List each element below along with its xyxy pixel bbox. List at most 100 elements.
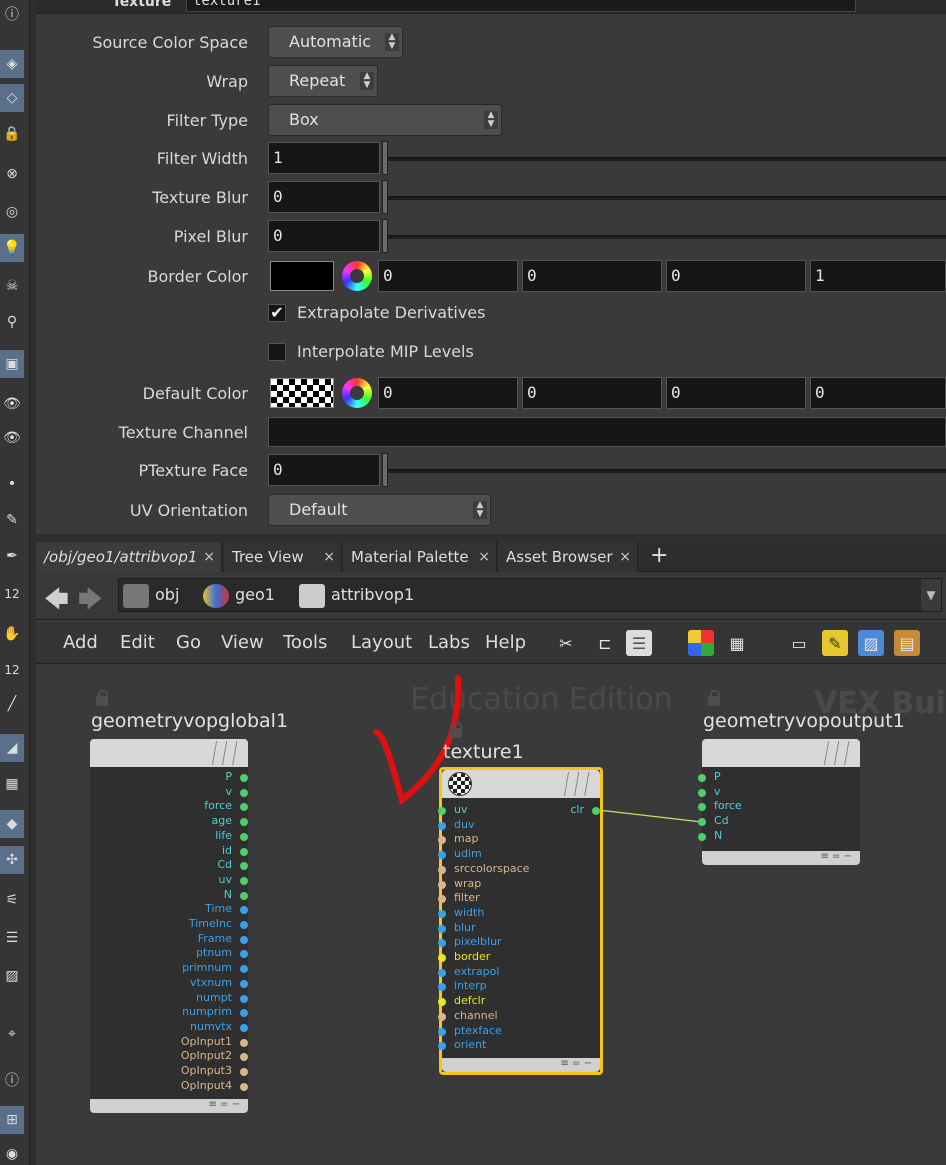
lock-icon[interactable] xyxy=(450,722,462,738)
geometry-icon[interactable]: ◇ xyxy=(0,84,24,112)
port-connector[interactable] xyxy=(240,832,248,841)
source-color-space-menu[interactable]: Automatic ▲ ▼ xyxy=(268,26,403,58)
port-connector[interactable] xyxy=(698,803,706,812)
geometryvopglobal-node[interactable]: Pv force age life id Cd uv N Time TimeInc Frame ptn… xyxy=(90,739,248,1113)
back-arrow-icon[interactable]: 🡄 xyxy=(44,582,69,623)
pane-divider[interactable] xyxy=(36,534,946,542)
texture-port-pixelblur[interactable]: pixelblur xyxy=(438,935,562,950)
port-connector[interactable] xyxy=(240,994,248,1003)
global-port-vtxnum[interactable]: vtxnum xyxy=(94,976,248,991)
info-circle-icon[interactable]: ⓘ xyxy=(0,1066,24,1094)
output-port-cd[interactable]: Cd xyxy=(698,814,822,829)
texture-port-border[interactable]: border xyxy=(438,950,562,965)
stack-icon[interactable]: ☰ xyxy=(0,924,24,952)
filter-type-menu[interactable]: Box ▲ ▼ xyxy=(268,104,502,136)
port-connector[interactable] xyxy=(240,1053,248,1062)
texture-port-orient[interactable]: orient xyxy=(438,1038,562,1053)
wrap-menu[interactable]: Repeat ▲ ▼ xyxy=(268,65,378,97)
pixel-blur-field[interactable]: 0 xyxy=(268,220,380,252)
global-port-numvtx[interactable]: numvtx xyxy=(94,1020,248,1035)
texture-port-extrapol[interactable]: extrapol xyxy=(438,965,562,980)
network-editor[interactable]: Education Edition VEX Buil geometryvopgl… xyxy=(36,664,946,1165)
texture-port-blur[interactable]: blur xyxy=(438,921,562,936)
port-connector[interactable] xyxy=(438,880,446,889)
default-color-r[interactable]: 0 xyxy=(378,377,518,409)
cross-icon[interactable]: ✣ xyxy=(0,846,24,874)
forward-arrow-icon[interactable]: 🡆 xyxy=(78,582,103,623)
pixel-blur-slider[interactable] xyxy=(388,235,946,239)
interpolate-mip-checkbox[interactable] xyxy=(268,343,286,361)
pin-icon[interactable]: ⚲ xyxy=(0,308,24,336)
global-port-opinput2[interactable]: OpInput2 xyxy=(94,1049,248,1064)
port-connector[interactable] xyxy=(438,909,446,918)
port-connector[interactable] xyxy=(438,1042,446,1051)
port-connector[interactable] xyxy=(698,832,706,841)
port-connector[interactable] xyxy=(240,1038,248,1047)
port-connector[interactable] xyxy=(438,968,446,977)
texture-node[interactable]: uv duv map udim srccolorspace wrap filter width… xyxy=(438,767,603,1075)
chevron-down-icon[interactable]: ▼ xyxy=(921,579,941,611)
port-connector[interactable] xyxy=(438,895,446,904)
lock-icon[interactable] xyxy=(708,690,720,706)
port-connector[interactable] xyxy=(438,807,446,815)
node-header[interactable] xyxy=(702,739,860,767)
texture-port-duv[interactable]: duv xyxy=(438,818,562,833)
global-port-frame[interactable]: Frame xyxy=(94,932,248,947)
lock-icon[interactable] xyxy=(96,690,108,706)
network-box-icon[interactable]: ▭ xyxy=(786,630,812,656)
default-color-a[interactable]: 0 xyxy=(810,377,946,409)
add-tab-icon[interactable]: + xyxy=(650,542,668,570)
port-connector[interactable] xyxy=(240,979,248,988)
port-connector[interactable] xyxy=(438,924,446,933)
menu-labs[interactable]: Labs xyxy=(428,622,470,664)
global-port-opinput4[interactable]: OpInput4 xyxy=(94,1079,248,1094)
port-connector[interactable] xyxy=(240,1082,248,1091)
node-flags[interactable] xyxy=(210,741,242,765)
global-port-life[interactable]: life xyxy=(94,829,248,844)
image-add-icon[interactable]: ▨ xyxy=(858,630,884,656)
tab-network-path[interactable]: /obj/geo1/attribvop1 × xyxy=(36,542,222,572)
port-connector[interactable] xyxy=(438,1027,446,1036)
port-connector[interactable] xyxy=(438,983,446,992)
crumb-geo1[interactable]: geo1 xyxy=(203,579,275,611)
extrapolate-derivatives-checkbox[interactable]: ✔ xyxy=(268,304,286,322)
ptexture-face-field[interactable]: 0 xyxy=(268,454,380,486)
sticky-note-icon[interactable]: ✎ xyxy=(822,630,848,656)
split-icon[interactable]: ⚟ xyxy=(0,886,24,914)
dropper-icon[interactable]: ✒ xyxy=(0,542,24,570)
texture-blur-slider[interactable] xyxy=(388,196,946,200)
port-connector[interactable] xyxy=(438,954,446,962)
port-connector[interactable] xyxy=(240,876,248,885)
tab-tree-view[interactable]: Tree View × xyxy=(224,542,342,572)
menu-add[interactable]: Add xyxy=(63,622,98,664)
line-icon[interactable]: ╱ xyxy=(0,690,24,718)
port-connector[interactable] xyxy=(240,921,248,929)
output-port-v[interactable]: v xyxy=(698,785,822,800)
port-connector[interactable] xyxy=(240,818,248,827)
global-port-age[interactable]: age xyxy=(94,814,248,829)
node-flags[interactable] xyxy=(822,741,854,765)
port-connector[interactable] xyxy=(240,1023,248,1032)
layout-grid-icon[interactable]: ▦ xyxy=(724,630,750,656)
close-icon[interactable]: × xyxy=(203,542,215,572)
port-connector[interactable] xyxy=(240,891,248,900)
skull-icon[interactable]: ☠ xyxy=(0,272,24,300)
border-color-swatch[interactable] xyxy=(270,261,334,291)
texture-port-wrap[interactable]: wrap xyxy=(438,877,562,892)
port-connector[interactable] xyxy=(240,862,248,871)
close-icon[interactable]: × xyxy=(619,542,631,572)
image-icon[interactable]: ▨ xyxy=(0,962,24,990)
global-port-numpt[interactable]: numpt xyxy=(94,991,248,1006)
dot-icon[interactable]: • xyxy=(0,470,24,498)
global-port-opinput1[interactable]: OpInput1 xyxy=(94,1035,248,1050)
output-port-n[interactable]: N xyxy=(698,829,822,844)
close-icon[interactable]: × xyxy=(323,542,335,572)
global-port-opinput3[interactable]: OpInput3 xyxy=(94,1064,248,1079)
output-port-force[interactable]: force xyxy=(698,799,822,814)
number-12b-icon[interactable]: 12 xyxy=(0,656,24,684)
menu-view[interactable]: View xyxy=(221,622,264,664)
border-color-r[interactable]: 0 xyxy=(378,260,518,292)
default-color-swatch[interactable] xyxy=(270,378,334,408)
global-port-ptnum[interactable]: ptnum xyxy=(94,946,248,961)
port-connector[interactable] xyxy=(438,998,446,1007)
